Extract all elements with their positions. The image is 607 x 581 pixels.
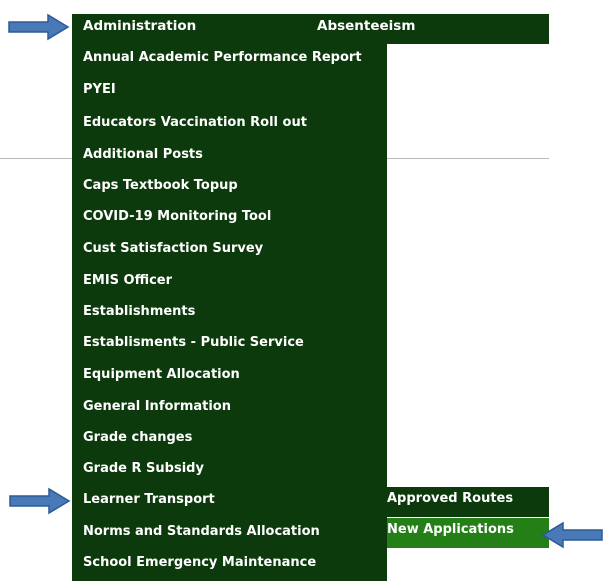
submenu-item-approved-routes[interactable]: Approved Routes <box>387 487 549 517</box>
menu-item-norms-and-standards-allocation[interactable]: Norms and Standards Allocation <box>83 524 378 539</box>
menu-item-educators-vaccination-roll-out[interactable]: Educators Vaccination Roll out <box>83 115 378 130</box>
menu-item-pyei[interactable]: PYEI <box>83 82 378 97</box>
menu-item-establishments[interactable]: Establishments <box>83 304 378 319</box>
menu-item-emis-officer[interactable]: EMIS Officer <box>83 273 378 288</box>
menu-item-general-information[interactable]: General Information <box>83 399 378 414</box>
administration-dropdown: Annual Academic Performance Report PYEI … <box>72 44 387 581</box>
divider-line <box>0 158 72 159</box>
arrow-left-icon <box>541 521 603 549</box>
menu-item-additional-posts[interactable]: Additional Posts <box>83 147 378 162</box>
divider-line <box>387 158 549 159</box>
menu-item-equipment-allocation[interactable]: Equipment Allocation <box>83 367 378 382</box>
top-menubar: Administration Absenteeism <box>72 14 549 44</box>
arrow-right-icon <box>8 13 70 41</box>
menu-item-annual-academic-performance-report[interactable]: Annual Academic Performance Report <box>83 51 378 64</box>
menu-item-cust-satisfaction-survey[interactable]: Cust Satisfaction Survey <box>83 241 378 256</box>
menu-item-covid-19-monitoring-tool[interactable]: COVID-19 Monitoring Tool <box>83 209 378 224</box>
arrow-right-icon <box>9 487 71 515</box>
menu-item-school-emergency-maintenance[interactable]: School Emergency Maintenance <box>83 555 378 570</box>
menu-item-grade-r-subsidy[interactable]: Grade R Subsidy <box>83 461 378 476</box>
menu-item-learner-transport[interactable]: Learner Transport <box>83 492 378 507</box>
menu-item-establisments-public-service[interactable]: Establisments - Public Service <box>83 335 378 350</box>
submenu-item-label: Approved Routes <box>387 491 514 506</box>
menu-absenteeism[interactable]: Absenteeism <box>317 14 415 44</box>
menu-administration[interactable]: Administration <box>83 14 196 44</box>
menu-item-caps-textbook-topup[interactable]: Caps Textbook Topup <box>83 178 378 193</box>
menu-item-grade-changes[interactable]: Grade changes <box>83 430 378 445</box>
submenu-item-new-applications[interactable]: New Applications <box>387 518 549 548</box>
submenu-item-label: New Applications <box>387 522 514 537</box>
